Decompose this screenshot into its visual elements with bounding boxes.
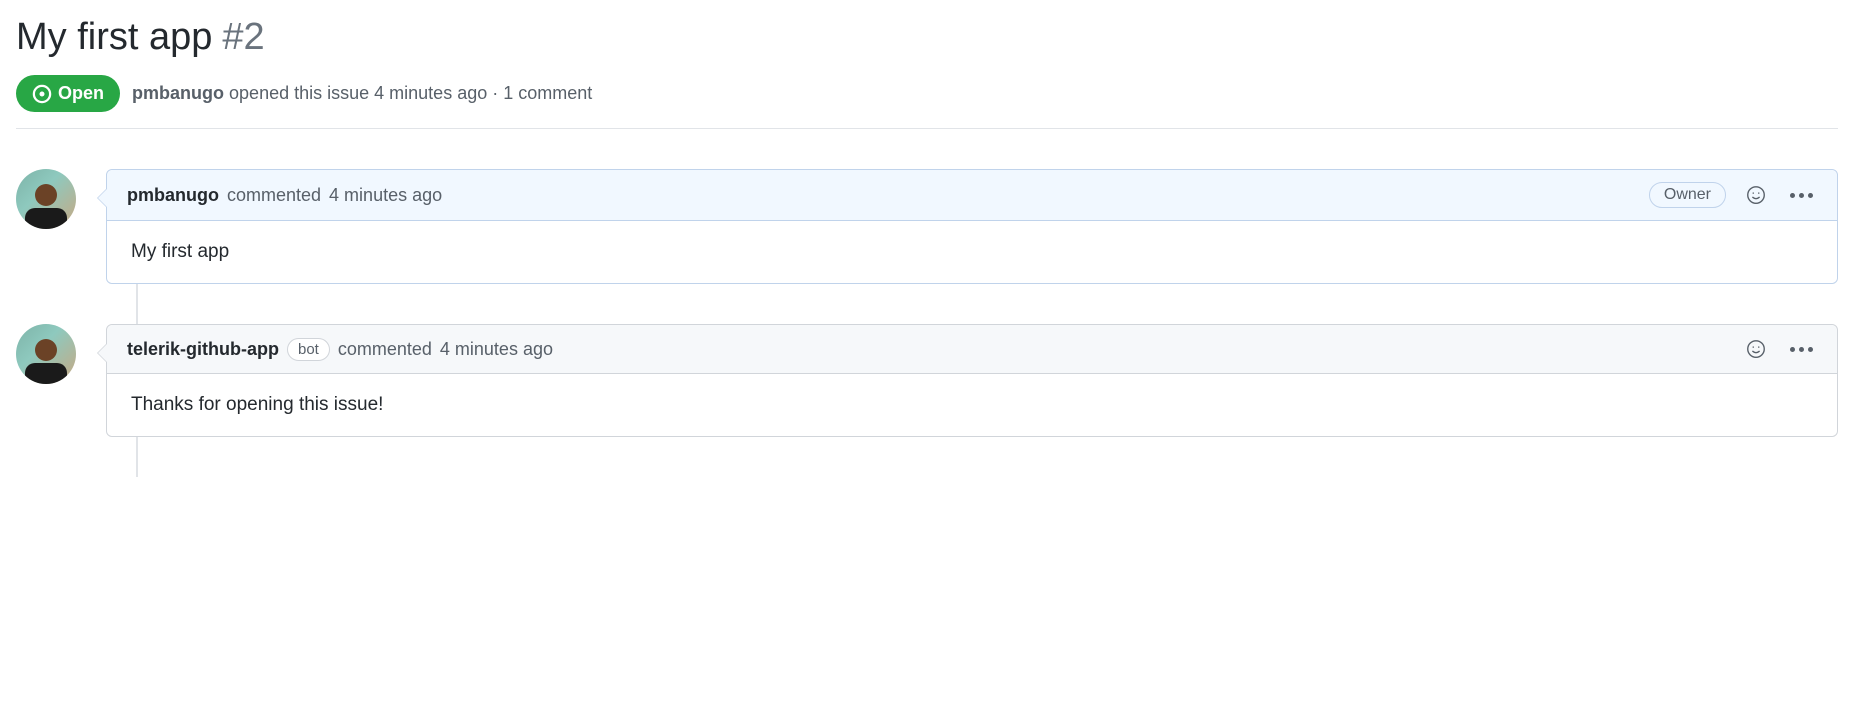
bot-badge: bot xyxy=(287,338,330,361)
comment-body: Thanks for opening this issue! xyxy=(107,374,1837,436)
smiley-icon xyxy=(1745,338,1767,360)
avatar-figure xyxy=(25,339,67,384)
comment-item: pmbanugo commented 4 minutes ago Owner M… xyxy=(106,169,1838,284)
meta-action: opened this issue xyxy=(229,83,369,103)
owner-badge: Owner xyxy=(1649,182,1726,208)
comment-actions-menu[interactable] xyxy=(1786,343,1817,356)
comment-timestamp[interactable]: 4 minutes ago xyxy=(329,185,442,206)
avatar-figure xyxy=(25,184,67,229)
commented-label: commented xyxy=(227,185,321,206)
avatar[interactable] xyxy=(16,169,76,229)
timeline: pmbanugo commented 4 minutes ago Owner M… xyxy=(16,169,1838,437)
comment-header-left: telerik-github-app bot commented 4 minut… xyxy=(127,338,553,361)
status-label: Open xyxy=(58,83,104,104)
comment-header-right: Owner xyxy=(1649,182,1817,208)
emoji-reaction-button[interactable] xyxy=(1744,337,1768,361)
avatar[interactable] xyxy=(16,324,76,384)
issue-title: My first app xyxy=(16,16,212,59)
comment-header-left: pmbanugo commented 4 minutes ago xyxy=(127,185,442,206)
issue-meta-row: Open pmbanugo opened this issue 4 minute… xyxy=(16,75,1838,129)
meta-separator: · xyxy=(492,83,498,103)
comment-header: telerik-github-app bot commented 4 minut… xyxy=(107,325,1837,374)
comment-box: telerik-github-app bot commented 4 minut… xyxy=(106,324,1838,437)
emoji-reaction-button[interactable] xyxy=(1744,183,1768,207)
commented-label: commented xyxy=(338,339,432,360)
smiley-icon xyxy=(1745,184,1767,206)
comment-author-link[interactable]: telerik-github-app xyxy=(127,339,279,360)
comment-header: pmbanugo commented 4 minutes ago Owner xyxy=(107,170,1837,221)
comment-body: My first app xyxy=(107,221,1837,283)
comment-header-right xyxy=(1744,337,1817,361)
meta-comment-count: 1 comment xyxy=(503,83,592,103)
meta-author-link[interactable]: pmbanugo xyxy=(132,83,224,103)
comment-caret xyxy=(97,343,107,363)
status-badge-open: Open xyxy=(16,75,120,112)
comment-item: telerik-github-app bot commented 4 minut… xyxy=(106,324,1838,437)
issue-number: #2 xyxy=(222,16,264,59)
title-row: My first app #2 xyxy=(16,16,1838,59)
comment-timestamp[interactable]: 4 minutes ago xyxy=(440,339,553,360)
comment-caret xyxy=(97,188,107,208)
issue-open-icon xyxy=(32,84,52,104)
issue-header: My first app #2 Open pmbanugo opened thi… xyxy=(16,16,1838,129)
meta-text: pmbanugo opened this issue 4 minutes ago… xyxy=(132,83,592,104)
comment-actions-menu[interactable] xyxy=(1786,189,1817,202)
comment-author-link[interactable]: pmbanugo xyxy=(127,185,219,206)
timeline-connector xyxy=(136,284,138,324)
meta-time: 4 minutes ago xyxy=(374,83,487,103)
timeline-connector xyxy=(136,437,138,477)
comment-box: pmbanugo commented 4 minutes ago Owner M… xyxy=(106,169,1838,284)
